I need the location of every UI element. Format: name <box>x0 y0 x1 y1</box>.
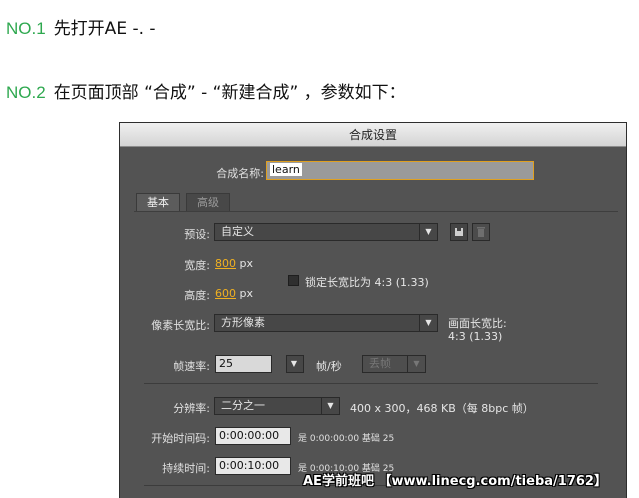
resolution-value: 二分之一 <box>221 399 265 412</box>
tab-basic[interactable]: 基本 <box>136 193 180 212</box>
chevron-down-icon: ▼ <box>419 224 437 240</box>
step-1: NO.1 先打开AE -. - <box>6 14 156 39</box>
step-number: NO.1 <box>6 19 46 38</box>
chevron-down-icon: ▼ <box>419 315 437 331</box>
comp-name-input[interactable]: learn <box>266 161 534 180</box>
step-number: NO.2 <box>6 83 46 102</box>
start-timecode-label: 开始时间码: <box>151 432 210 445</box>
frame-rate-unit: 帧/秒 <box>316 360 342 373</box>
tab-advanced[interactable]: 高级 <box>186 193 230 212</box>
step-text: 在页面顶部 “合成” - “新建合成” ，参数如下： <box>53 83 406 103</box>
save-preset-icon[interactable] <box>450 223 468 241</box>
composition-settings-dialog: 合成设置 合成名称: learn 基本 高级 预设: 自定义 ▼ 宽度: 800… <box>119 122 627 498</box>
pixel-aspect-label: 像素长宽比: <box>151 319 210 332</box>
frame-rate-label: 帧速率: <box>173 360 210 373</box>
tab-panel-divider <box>134 211 618 212</box>
width-field[interactable]: 800 px <box>215 257 253 270</box>
watermark: AE学前班吧 【www.linecg.com/tieba/1762】 <box>303 474 607 489</box>
height-value: 600 <box>215 287 236 300</box>
step-2: NO.2 在页面顶部 “合成” - “新建合成” ，参数如下： <box>6 78 406 103</box>
preset-label: 预设: <box>184 228 210 241</box>
frame-aspect-value: 4:3 (1.33) <box>448 330 503 343</box>
preset-dropdown[interactable]: 自定义 ▼ <box>214 223 438 241</box>
frame-rate-input[interactable]: 25 <box>215 355 272 373</box>
comp-name-value: learn <box>270 163 302 176</box>
width-label: 宽度: <box>184 259 210 272</box>
pixel-aspect-dropdown[interactable]: 方形像素 ▼ <box>214 314 438 332</box>
chevron-down-icon: ▼ <box>321 398 339 414</box>
chevron-down-icon: ▼ <box>407 356 425 372</box>
resolution-info: 400 x 300，468 KB（每 8bpc 帧） <box>350 402 534 415</box>
lock-aspect-checkbox[interactable] <box>288 275 299 286</box>
duration-input[interactable]: 0:00:10:00 <box>215 457 291 475</box>
start-timecode-info: 是 0:00:00:00 基础 25 <box>298 434 395 444</box>
resolution-label: 分辨率: <box>173 402 210 415</box>
height-field[interactable]: 600 px <box>215 287 253 300</box>
step-text: 先打开AE -. - <box>53 19 156 39</box>
comp-name-label: 合成名称: <box>216 167 264 180</box>
drop-frame-value: 丢帧 <box>369 357 391 370</box>
preset-value: 自定义 <box>221 225 254 238</box>
resolution-dropdown[interactable]: 二分之一 ▼ <box>214 397 340 415</box>
lock-aspect-label: 锁定长宽比为 4:3 (1.33) <box>305 276 429 289</box>
height-unit: px <box>239 287 254 300</box>
chevron-down-icon: ▼ <box>290 359 298 368</box>
dialog-title: 合成设置 <box>120 123 626 147</box>
drop-frame-dropdown[interactable]: 丢帧 ▼ <box>362 355 426 373</box>
section-divider <box>144 383 598 384</box>
start-timecode-input[interactable]: 0:00:00:00 <box>215 427 291 445</box>
width-unit: px <box>239 257 254 270</box>
duration-label: 持续时间: <box>162 462 210 475</box>
width-value: 800 <box>215 257 236 270</box>
pixel-aspect-value: 方形像素 <box>221 316 265 329</box>
frame-aspect-label: 画面长宽比: <box>448 317 507 330</box>
height-label: 高度: <box>184 289 210 302</box>
delete-preset-icon[interactable] <box>472 223 490 241</box>
frame-rate-dropdown[interactable]: ▼ <box>286 355 304 373</box>
